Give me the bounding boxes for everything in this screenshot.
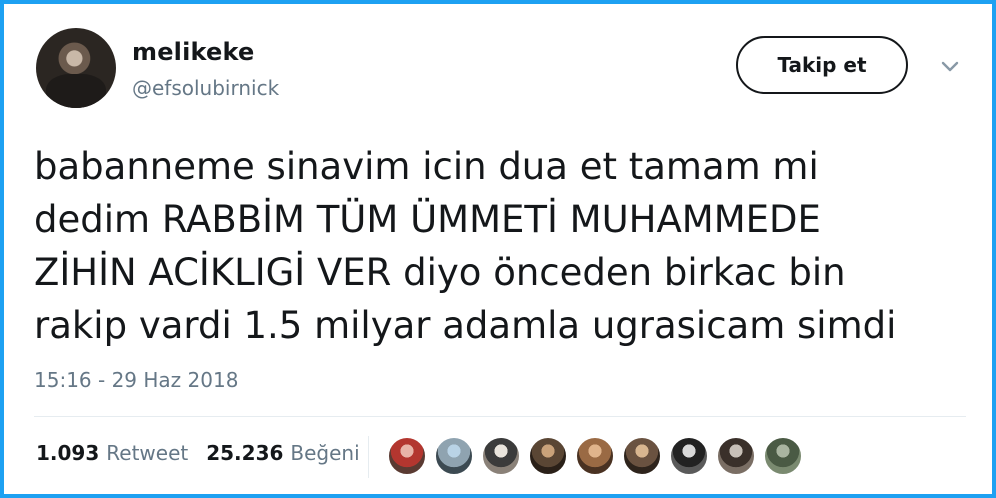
- liker-avatar[interactable]: [717, 437, 755, 475]
- liker-avatar[interactable]: [435, 437, 473, 475]
- user-handle[interactable]: @efsolubirnick: [132, 76, 279, 100]
- liker-avatar[interactable]: [623, 437, 661, 475]
- liker-avatar[interactable]: [388, 437, 426, 475]
- tweet-text-line: rakip vardi 1.5 milyar adamla ugrasicam …: [34, 304, 897, 347]
- tweet-text-line: babanneme sinavim icin dua et tamam mi: [34, 145, 819, 188]
- tweet-text-line: ZİHİN ACİKLIGİ VER diyo önceden birkac b…: [34, 251, 846, 294]
- tweet-stats: 1.093 Retweet 25.236 Beğeni: [36, 441, 360, 465]
- like-count[interactable]: 25.236: [206, 441, 283, 465]
- liker-avatar[interactable]: [670, 437, 708, 475]
- divider: [34, 416, 966, 417]
- liker-avatar[interactable]: [482, 437, 520, 475]
- avatar[interactable]: [36, 28, 116, 108]
- liker-avatar[interactable]: [576, 437, 614, 475]
- timestamp[interactable]: 15:16 - 29 Haz 2018: [34, 368, 238, 392]
- follow-button[interactable]: Takip et: [736, 36, 908, 94]
- liker-avatar[interactable]: [764, 437, 802, 475]
- chevron-down-icon[interactable]: [940, 60, 960, 74]
- retweet-count[interactable]: 1.093: [36, 441, 99, 465]
- tweet-card: melikeke @efsolubirnick Takip et babanne…: [0, 0, 996, 498]
- liker-avatar[interactable]: [529, 437, 567, 475]
- tweet-text: babanneme sinavim icin dua et tamam mi d…: [34, 140, 974, 352]
- retweet-label[interactable]: Retweet: [106, 441, 188, 465]
- tweet-text-line: dedim RABBİM TÜM ÜMMETİ MUHAMMEDE: [34, 198, 821, 241]
- display-name[interactable]: melikeke: [132, 38, 255, 66]
- like-label[interactable]: Beğeni: [290, 441, 359, 465]
- liker-avatars: [388, 437, 811, 475]
- stats-separator: [368, 436, 369, 478]
